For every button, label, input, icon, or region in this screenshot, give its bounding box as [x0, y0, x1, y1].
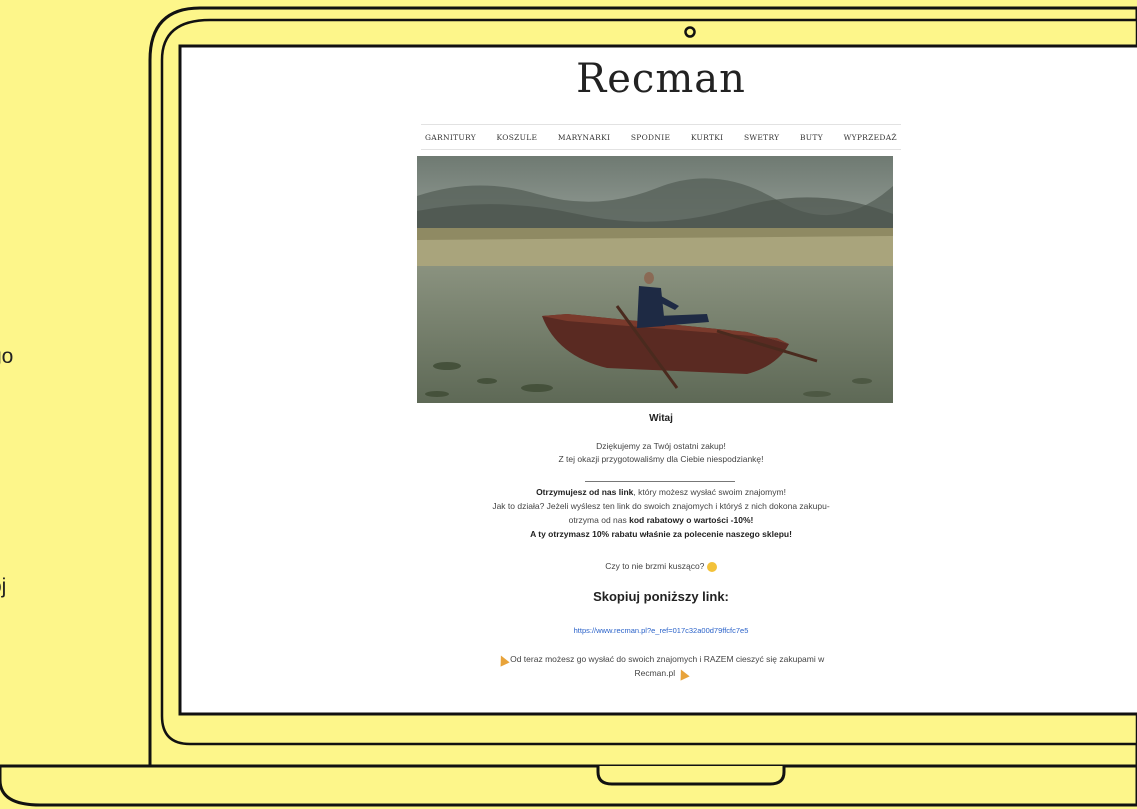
webcam-icon	[684, 26, 696, 38]
greeting-heading: Witaj	[649, 413, 673, 424]
thanks-line-1: Dziękujemy za Twój ostatni zakup!	[596, 441, 726, 451]
final-line-2: Recman.pl	[421, 667, 901, 681]
nav-item-garnitury[interactable]: GARNITURY	[425, 133, 476, 142]
nav-item-buty[interactable]: BUTY	[800, 133, 823, 142]
thanks-line-2: Z tej okazji przygotowaliśmy dla Ciebie …	[558, 454, 764, 464]
nav-item-kurtki[interactable]: KURTKI	[691, 133, 724, 142]
divider-line	[585, 481, 735, 482]
nav-item-spodnie[interactable]: SPODNIE	[631, 133, 670, 142]
nav-item-wyprzedaz[interactable]: WYPRZEDAŻ	[844, 133, 897, 142]
how-line-2-bold: kod rabatowy o wartości -10%!	[629, 515, 754, 525]
how-line-2-pre: otrzyma od nas	[568, 515, 630, 525]
reward-line: A ty otrzymasz 10% rabatu właśnie za pol…	[530, 529, 792, 539]
laptop-screen: Recman GARNITURY KOSZULE MARYNARKI SPODN…	[183, 48, 1137, 711]
party-emoji-icon	[675, 667, 690, 681]
nav-item-marynarki[interactable]: MARYNARKI	[558, 133, 610, 142]
offer-bold: Otrzymujesz od nas link	[536, 487, 634, 497]
question-line: Czy to nie brzmi kusząco?	[421, 560, 901, 572]
nav-item-koszule[interactable]: KOSZULE	[497, 133, 538, 142]
trackpad-notch	[596, 766, 786, 786]
question-text: Czy to nie brzmi kusząco?	[605, 561, 705, 571]
offer-line: Otrzymujesz od nas link, który możesz wy…	[421, 486, 901, 498]
referral-link-row: https://www.recman.pl?e_ref=017c32a00d79…	[421, 624, 901, 637]
how-line-2: otrzyma od nas kod rabatowy o wartości -…	[421, 514, 901, 526]
party-emoji-icon	[496, 653, 510, 667]
laptop-base	[0, 764, 1137, 807]
copy-link-title: Skopiuj poniższy link:	[593, 589, 729, 604]
final-line-1-text: Od teraz możesz go wysłać do swoich znaj…	[510, 654, 825, 664]
nav-item-swetry[interactable]: SWETRY	[744, 133, 780, 142]
final-line-2-text: Recman.pl	[634, 668, 676, 678]
smile-emoji-icon	[706, 561, 717, 572]
final-line-1: Od teraz możesz go wysłać do swoich znaj…	[421, 653, 901, 667]
how-line-1: Jak to działa? Jeżeli wyślesz ten link d…	[492, 501, 830, 511]
referral-link[interactable]: https://www.recman.pl?e_ref=017c32a00d79…	[574, 626, 749, 635]
brand-logo[interactable]: Recman	[421, 56, 901, 102]
category-nav: GARNITURY KOSZULE MARYNARKI SPODNIE KURT…	[421, 124, 901, 150]
offer-rest: , który możesz wysłać swoim znajomym!	[633, 487, 786, 497]
hero-image	[417, 156, 893, 403]
